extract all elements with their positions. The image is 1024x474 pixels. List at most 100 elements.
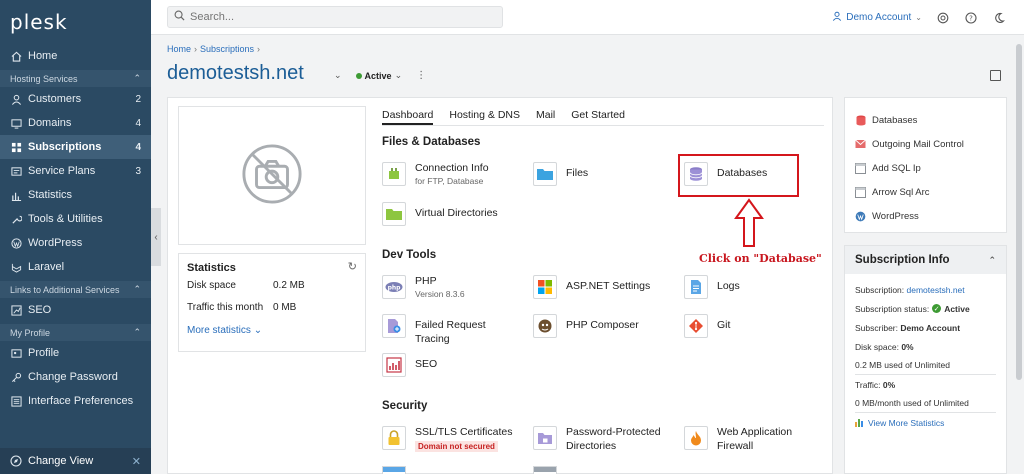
sidebar-item-subscriptions[interactable]: Subscriptions 4: [0, 135, 151, 159]
sidebar-item-label: Laravel: [28, 261, 65, 273]
sidebar-item-label: Interface Preferences: [28, 395, 134, 407]
tool-php-composer[interactable]: PHP Composer: [533, 314, 673, 338]
breadcrumb-home[interactable]: Home: [167, 44, 191, 54]
sidebar-item-tools[interactable]: Tools & Utilities: [0, 207, 151, 231]
disk-line: Disk space: 0%: [855, 341, 914, 352]
more-statistics-link[interactable]: More statistics ⌄: [187, 325, 262, 336]
sidebar: plesk Home Hosting Services ⌃ Customers …: [0, 0, 151, 474]
tool-ssl-certificates[interactable]: SSL/TLS Certificates Domain not secured: [382, 426, 522, 452]
account-menu[interactable]: Demo Account ⌄: [832, 11, 922, 24]
close-icon[interactable]: ✕: [132, 455, 141, 468]
subscription-link[interactable]: demotestsh.net: [907, 285, 965, 295]
search-box[interactable]: [167, 6, 503, 28]
databases-highlight-box: [678, 154, 799, 197]
tool-web-application-firewall[interactable]: Web Application Firewall: [684, 426, 824, 453]
search-input[interactable]: [190, 11, 470, 23]
sidebar-item-wordpress[interactable]: WordPress: [0, 231, 151, 255]
tool-aspnet-settings[interactable]: ASP.NET Settings: [533, 275, 673, 299]
sidebar-item-domains[interactable]: Domains 4: [0, 111, 151, 135]
sidebar-item-customers[interactable]: Customers 2: [0, 87, 151, 111]
home-icon: [10, 50, 22, 62]
protected-folder-icon: [533, 426, 557, 450]
partial-tool-icon: [382, 466, 406, 474]
quick-link-add-sql-ip[interactable]: Add SQL Ip: [855, 156, 996, 180]
tool-git[interactable]: Git: [684, 314, 824, 338]
tool-files[interactable]: Files: [533, 162, 673, 186]
tool-connection-info[interactable]: Connection Info for FTP, Database: [382, 162, 522, 186]
sidebar-item-interface-preferences[interactable]: Interface Preferences: [0, 389, 151, 413]
more-options-icon[interactable]: ⋮: [416, 70, 426, 81]
sidebar-collapse-handle[interactable]: ‹: [151, 208, 161, 266]
sidebar-item-laravel[interactable]: Laravel: [0, 255, 151, 279]
subscription-info-panel: Subscription Info ⌃ Subscription: demote…: [844, 245, 1007, 474]
tool-failed-request-tracing[interactable]: Failed Request Tracing: [382, 314, 522, 346]
refresh-icon[interactable]: ↻: [348, 260, 357, 273]
compass-icon: [10, 455, 22, 467]
quick-link-databases[interactable]: Databases: [855, 108, 996, 132]
sidebar-item-home[interactable]: Home: [0, 44, 151, 68]
help-icon[interactable]: ?: [964, 11, 978, 25]
panel-toggle-icon[interactable]: [990, 70, 1001, 81]
tab-hosting-dns[interactable]: Hosting & DNS: [449, 106, 520, 125]
search-icon: [174, 10, 185, 24]
user-icon: [10, 93, 22, 105]
tool-php[interactable]: php PHP Version 8.3.6: [382, 275, 522, 299]
main-card: Statistics ↻ Disk space 0.2 MB Traffic t…: [167, 97, 833, 474]
tools-icon: [10, 213, 22, 225]
status-dot: [355, 72, 362, 79]
seo-icon: [10, 304, 22, 316]
tool-logs[interactable]: Logs: [684, 275, 824, 299]
section-my-profile[interactable]: My Profile ⌃: [0, 324, 151, 341]
chevron-down-icon: ⌄: [394, 70, 403, 80]
sidebar-item-seo[interactable]: SEO: [0, 298, 151, 322]
disk-detail-line: 0.2 MB used of Unlimited: [855, 356, 996, 375]
check-icon: ✓: [932, 304, 942, 313]
profile-icon: [10, 347, 22, 359]
folder-icon: [533, 162, 557, 186]
status-dropdown[interactable]: Active ⌄: [355, 70, 403, 81]
tab-get-started[interactable]: Get Started: [571, 106, 625, 125]
tab-dashboard[interactable]: Dashboard: [382, 106, 434, 125]
sidebar-item-statistics[interactable]: Statistics: [0, 183, 151, 207]
mail-icon: [855, 139, 866, 150]
quick-link-wordpress[interactable]: WordPress: [855, 204, 996, 228]
subscription-info-header[interactable]: Subscription Info ⌃: [845, 246, 1006, 274]
breadcrumb-subscriptions[interactable]: Subscriptions: [200, 44, 254, 54]
tool-password-protected-directories[interactable]: Password-Protected Directories: [533, 426, 673, 453]
svg-text:?: ?: [969, 14, 973, 22]
subscriber-line: Subscriber: Demo Account: [855, 322, 961, 333]
sidebar-item-label: Customers: [28, 93, 82, 105]
section-additional-services[interactable]: Links to Additional Services ⌃: [0, 281, 151, 298]
sidebar-item-label: Service Plans: [28, 165, 96, 177]
plesk-logo[interactable]: plesk: [0, 0, 151, 44]
composer-icon: [533, 314, 557, 338]
sidebar-item-label: Domains: [28, 117, 72, 129]
view-more-statistics-link[interactable]: View More Statistics: [855, 413, 996, 432]
sidebar-item-change-password[interactable]: Change Password: [0, 365, 151, 389]
chevron-up-icon: ⌃: [133, 73, 141, 83]
quick-link-outgoing-mail-control[interactable]: Outgoing Mail Control: [855, 132, 996, 156]
page-scrollbar[interactable]: [1016, 44, 1022, 380]
count-badge: 4: [135, 117, 141, 129]
sidebar-item-profile[interactable]: Profile: [0, 341, 151, 365]
tab-mail[interactable]: Mail: [536, 106, 555, 125]
section-hosting-services[interactable]: Hosting Services ⌃: [0, 70, 151, 87]
quick-link-arrow-sql-arc[interactable]: Arrow Sql Arc: [855, 180, 996, 204]
user-icon: [832, 11, 842, 24]
windows-icon: [533, 275, 557, 299]
change-view-button[interactable]: Change View ✕: [0, 448, 151, 474]
no-preview-icon: [241, 143, 303, 208]
topbar: Demo Account ⌄ ?: [151, 0, 1024, 35]
stat-disk: Disk space 0.2 MB: [187, 280, 305, 291]
support-icon[interactable]: [936, 11, 950, 25]
tool-seo[interactable]: SEO: [382, 353, 522, 377]
log-file-icon: [684, 275, 708, 299]
tool-virtual-directories[interactable]: Virtual Directories: [382, 202, 522, 226]
sidebar-item-label: Statistics: [28, 189, 73, 201]
prefs-icon: [10, 395, 22, 407]
grid-icon: [10, 141, 22, 153]
folder-icon: [382, 202, 406, 226]
sidebar-item-service-plans[interactable]: Service Plans 3: [0, 159, 151, 183]
moon-icon[interactable]: [992, 11, 1006, 25]
title-dropdown-icon[interactable]: ⌄: [334, 70, 342, 81]
